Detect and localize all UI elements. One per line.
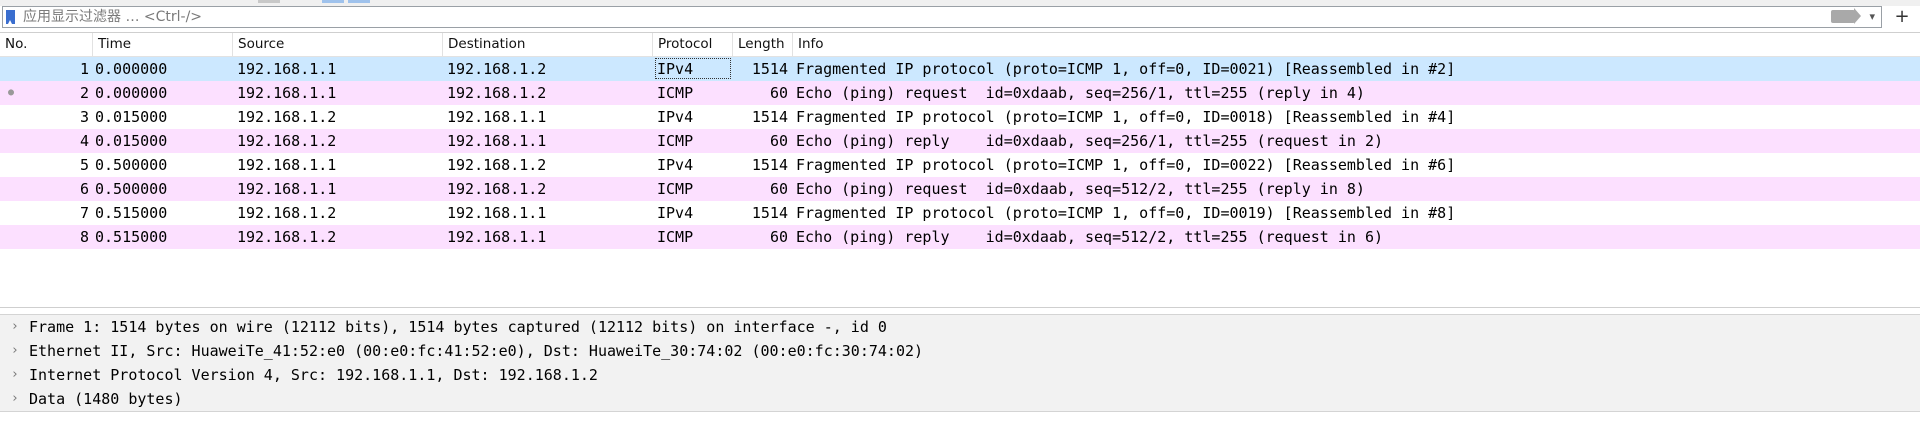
packet-no: 4: [79, 132, 89, 150]
packet-list-header: No. Time Source Destination Protocol Len…: [0, 33, 1920, 57]
column-header-info[interactable]: Info: [793, 33, 1920, 56]
packet-source: 192.168.1.2: [237, 132, 337, 150]
chevron-right-icon[interactable]: ›: [8, 387, 22, 411]
packet-info: Fragmented IP protocol (proto=ICMP 1, of…: [796, 156, 1456, 174]
packet-length: 60: [769, 132, 788, 150]
packet-no: 6: [79, 180, 89, 198]
detail-tree-item-frame[interactable]: › Frame 1: 1514 bytes on wire (12112 bit…: [0, 315, 1920, 339]
column-header-source[interactable]: Source: [233, 33, 443, 56]
packet-destination: 192.168.1.1: [447, 108, 547, 126]
column-header-protocol[interactable]: Protocol: [653, 33, 733, 56]
packet-row[interactable]: 6 0.500000 192.168.1.1 192.168.1.2 ICMP …: [0, 177, 1920, 201]
packet-row[interactable]: 7 0.515000 192.168.1.2 192.168.1.1 IPv4 …: [0, 201, 1920, 225]
packet-length: 1514: [751, 204, 788, 222]
display-filter-bar[interactable]: 应用显示过滤器 … <Ctrl-/> ▾: [2, 6, 1882, 28]
detail-label: Ethernet II, Src: HuaweiTe_41:52:e0 (00:…: [29, 342, 924, 360]
packet-length: 60: [769, 180, 788, 198]
packet-length: 60: [769, 228, 788, 246]
packet-source: 192.168.1.1: [237, 180, 337, 198]
packet-time: 0.000000: [95, 60, 168, 78]
column-header-length[interactable]: Length: [733, 33, 793, 56]
packet-destination: 192.168.1.2: [447, 156, 547, 174]
packet-row[interactable]: 1 0.000000 192.168.1.1 192.168.1.2 IPv4 …: [0, 57, 1920, 81]
packet-protocol: IPv4: [657, 204, 694, 222]
packet-source: 192.168.1.1: [237, 156, 337, 174]
packet-protocol: IPv4: [657, 108, 694, 126]
packet-no: 2: [79, 84, 89, 102]
packet-no: 1: [79, 60, 89, 78]
packet-protocol: IPv4: [657, 60, 694, 78]
packet-no: 8: [79, 228, 89, 246]
packet-destination: 192.168.1.1: [447, 204, 547, 222]
packet-length: 1514: [751, 60, 788, 78]
apply-arrow-icon[interactable]: [1831, 8, 1861, 24]
packet-time: 0.015000: [95, 108, 168, 126]
packet-destination: 192.168.1.1: [447, 228, 547, 246]
packet-row[interactable]: ● 2 0.000000 192.168.1.1 192.168.1.2 ICM…: [0, 81, 1920, 105]
chevron-right-icon[interactable]: ›: [8, 339, 22, 363]
detail-label: Internet Protocol Version 4, Src: 192.16…: [29, 366, 598, 384]
add-filter-button[interactable]: +: [1888, 6, 1916, 28]
packet-row[interactable]: 4 0.015000 192.168.1.2 192.168.1.1 ICMP …: [0, 129, 1920, 153]
packet-info: Echo (ping) request id=0xdaab, seq=512/2…: [796, 180, 1365, 198]
packet-info: Fragmented IP protocol (proto=ICMP 1, of…: [796, 204, 1456, 222]
packet-time: 0.500000: [95, 180, 168, 198]
packet-protocol: ICMP: [657, 228, 694, 246]
packet-time: 0.515000: [95, 204, 168, 222]
packet-time: 0.515000: [95, 228, 168, 246]
packet-protocol: ICMP: [657, 132, 694, 150]
detail-tree-item-ethernet[interactable]: › Ethernet II, Src: HuaweiTe_41:52:e0 (0…: [0, 339, 1920, 363]
packet-row[interactable]: 5 0.500000 192.168.1.1 192.168.1.2 IPv4 …: [0, 153, 1920, 177]
packet-protocol: ICMP: [657, 180, 694, 198]
detail-tree-item-ipv4[interactable]: › Internet Protocol Version 4, Src: 192.…: [0, 363, 1920, 387]
detail-label: Frame 1: 1514 bytes on wire (12112 bits)…: [29, 318, 887, 336]
column-header-no[interactable]: No.: [0, 33, 93, 56]
packet-source: 192.168.1.1: [237, 60, 337, 78]
packet-info: Fragmented IP protocol (proto=ICMP 1, of…: [796, 108, 1456, 126]
toolbar-button[interactable]: [348, 0, 370, 3]
toolbar-button[interactable]: [258, 0, 280, 3]
chevron-down-icon[interactable]: ▾: [1869, 7, 1875, 27]
filter-bookmark-icon[interactable]: [6, 10, 15, 24]
packet-source: 192.168.1.2: [237, 228, 337, 246]
packet-destination: 192.168.1.2: [447, 180, 547, 198]
packet-info: Echo (ping) reply id=0xdaab, seq=256/1, …: [796, 132, 1383, 150]
packet-info: Echo (ping) reply id=0xdaab, seq=512/2, …: [796, 228, 1383, 246]
packet-length: 1514: [751, 108, 788, 126]
detail-label: Data (1480 bytes): [29, 390, 183, 408]
packet-source: 192.168.1.1: [237, 84, 337, 102]
packet-source: 192.168.1.2: [237, 204, 337, 222]
packet-length: 60: [769, 84, 788, 102]
packet-details-tree[interactable]: › Frame 1: 1514 bytes on wire (12112 bit…: [0, 314, 1920, 412]
packet-row[interactable]: 8 0.515000 192.168.1.2 192.168.1.1 ICMP …: [0, 225, 1920, 249]
packet-destination: 192.168.1.2: [447, 60, 547, 78]
toolbar-button[interactable]: [322, 0, 344, 3]
column-header-destination[interactable]: Destination: [443, 33, 653, 56]
packet-no: 7: [79, 204, 89, 222]
packet-source: 192.168.1.2: [237, 108, 337, 126]
packet-time: 0.015000: [95, 132, 168, 150]
packet-info: Fragmented IP protocol (proto=ICMP 1, of…: [796, 60, 1456, 78]
packet-destination: 192.168.1.1: [447, 132, 547, 150]
bytes-pane-edge: [0, 412, 1920, 429]
chevron-right-icon[interactable]: ›: [8, 315, 22, 339]
packet-no: 3: [79, 108, 89, 126]
packet-protocol: IPv4: [657, 156, 694, 174]
column-header-time[interactable]: Time: [93, 33, 233, 56]
packet-protocol: ICMP: [657, 84, 694, 102]
display-filter-input[interactable]: 应用显示过滤器 … <Ctrl-/>: [23, 7, 1823, 27]
packet-destination: 192.168.1.2: [447, 84, 547, 102]
packet-time: 0.500000: [95, 156, 168, 174]
packet-info: Echo (ping) request id=0xdaab, seq=256/1…: [796, 84, 1365, 102]
detail-tree-item-data[interactable]: › Data (1480 bytes): [0, 387, 1920, 411]
packet-no: 5: [79, 156, 89, 174]
packet-row[interactable]: 3 0.015000 192.168.1.2 192.168.1.1 IPv4 …: [0, 105, 1920, 129]
chevron-right-icon[interactable]: ›: [8, 363, 22, 387]
packet-list[interactable]: No. Time Source Destination Protocol Len…: [0, 32, 1920, 308]
packet-time: 0.000000: [95, 84, 168, 102]
packet-length: 1514: [751, 156, 788, 174]
